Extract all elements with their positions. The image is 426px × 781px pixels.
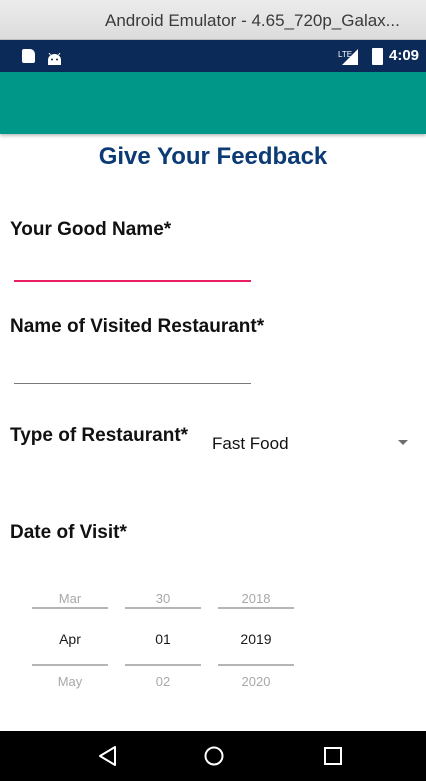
month-next[interactable]: May [32, 674, 108, 689]
year-selected: 2019 [240, 631, 272, 647]
year-next[interactable]: 2020 [218, 674, 294, 689]
month-picker[interactable]: Mar Apr May [32, 588, 108, 698]
navigation-bar [0, 731, 426, 781]
year-divider-top [218, 607, 294, 609]
day-prev[interactable]: 30 [125, 591, 201, 606]
home-button[interactable] [184, 731, 244, 781]
recents-button[interactable] [303, 731, 363, 781]
restaurant-name-label: Name of Visited Restaurant* [10, 316, 265, 337]
restaurant-name-underline [14, 383, 251, 384]
month-selected: Apr [59, 631, 81, 647]
status-bar: LTE 4:09 [0, 40, 426, 72]
network-type-label: LTE [338, 50, 353, 59]
android-icon [47, 50, 62, 65]
status-clock: 4:09 [389, 47, 420, 64]
day-divider-top [125, 607, 201, 609]
month-prev[interactable]: Mar [32, 591, 108, 606]
date-of-visit-label: Date of Visit* [10, 522, 127, 543]
year-picker[interactable]: 2018 2019 2020 [218, 588, 294, 698]
name-input-underline [14, 280, 251, 282]
name-label: Your Good Name* [10, 219, 172, 240]
window-title: Android Emulator - 4.65_720p_Galax... [105, 11, 400, 30]
day-picker[interactable]: 30 01 02 [125, 588, 201, 698]
day-selected: 01 [155, 631, 171, 647]
day-next[interactable]: 02 [125, 674, 201, 689]
restaurant-type-value: Fast Food [212, 434, 289, 453]
month-divider-bottom [32, 664, 108, 666]
year-prev[interactable]: 2018 [218, 591, 294, 606]
restaurant-name-input[interactable] [14, 354, 251, 382]
month-divider-top [32, 607, 108, 609]
page-title: Give Your Feedback [98, 143, 328, 170]
battery-icon [372, 48, 383, 65]
day-divider-bottom [125, 664, 201, 666]
emulator-title-bar: Android Emulator - 4.65_720p_Galax... [0, 0, 426, 40]
home-icon [204, 746, 224, 766]
sd-card-icon [22, 49, 35, 63]
name-input[interactable] [14, 253, 251, 281]
app-toolbar [0, 72, 426, 134]
year-divider-bottom [218, 664, 294, 666]
recents-icon [324, 747, 342, 765]
dropdown-arrow-icon [398, 440, 408, 445]
back-button[interactable] [78, 731, 138, 781]
restaurant-type-label: Type of Restaurant* [10, 425, 189, 446]
back-icon [99, 746, 116, 766]
